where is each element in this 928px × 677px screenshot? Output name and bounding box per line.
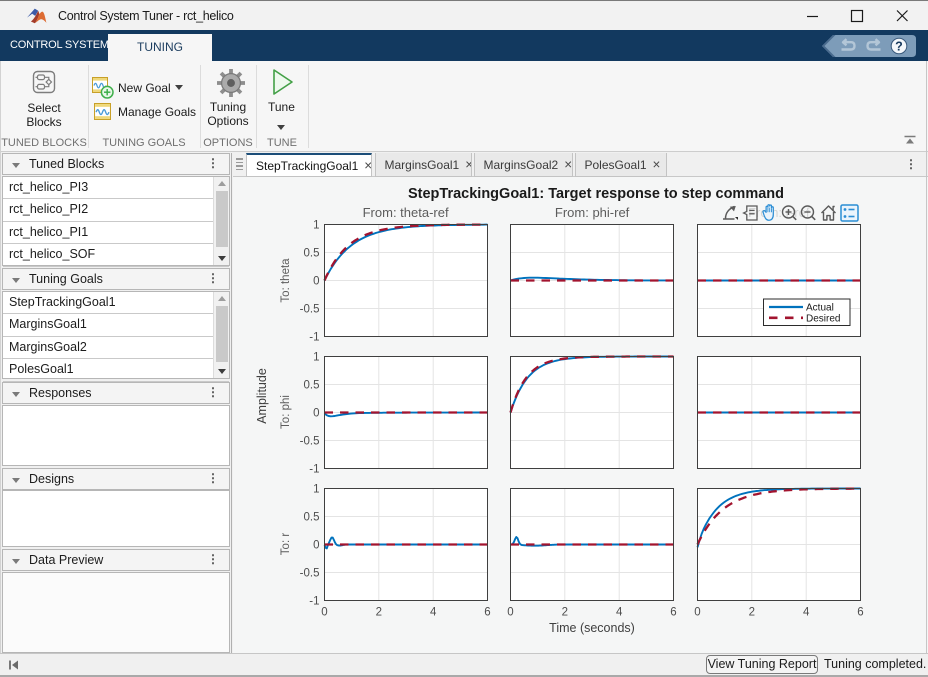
svg-text:4: 4	[430, 607, 437, 619]
svg-text:0.5: 0.5	[304, 512, 320, 524]
svg-text:-0.5: -0.5	[300, 436, 320, 448]
svg-text:0: 0	[321, 607, 327, 619]
svg-text:Amplitude: Amplitude	[255, 368, 269, 424]
svg-text:6: 6	[857, 607, 863, 619]
svg-text:-1: -1	[309, 464, 319, 476]
svg-text:Desired: Desired	[806, 314, 840, 325]
svg-text:-0.5: -0.5	[300, 568, 320, 580]
svg-text:To: phi: To: phi	[280, 395, 292, 429]
svg-text:-1: -1	[309, 332, 319, 344]
svg-text:From: phi-ref: From: phi-ref	[555, 205, 630, 220]
svg-text:0.5: 0.5	[304, 248, 320, 260]
svg-text:2: 2	[749, 607, 755, 619]
svg-text:To: theta: To: theta	[280, 258, 292, 303]
svg-text:2: 2	[562, 607, 568, 619]
svg-text:4: 4	[803, 607, 810, 619]
svg-text:2: 2	[376, 607, 382, 619]
svg-text:6: 6	[484, 607, 490, 619]
svg-text:1: 1	[313, 484, 319, 496]
svg-text:-0.5: -0.5	[300, 304, 320, 316]
svg-text:To: r: To: r	[280, 533, 292, 556]
svg-text:1: 1	[313, 220, 319, 232]
svg-text:0: 0	[507, 607, 513, 619]
svg-text:Time (seconds): Time (seconds)	[549, 621, 635, 635]
svg-text:From: theta-ref: From: theta-ref	[363, 205, 449, 220]
svg-text:0: 0	[313, 540, 319, 552]
svg-text:-1: -1	[309, 596, 319, 608]
svg-text:1: 1	[313, 352, 319, 364]
svg-text:?: ?	[895, 40, 903, 54]
svg-text:4: 4	[616, 607, 623, 619]
svg-text:0: 0	[313, 276, 319, 288]
svg-text:0: 0	[313, 408, 319, 420]
svg-text:Actual: Actual	[806, 303, 834, 314]
svg-text:6: 6	[670, 607, 676, 619]
svg-text:0.5: 0.5	[304, 380, 320, 392]
svg-text:StepTrackingGoal1: Target resp: StepTrackingGoal1: Target response to st…	[408, 186, 784, 202]
svg-text:0: 0	[694, 607, 700, 619]
